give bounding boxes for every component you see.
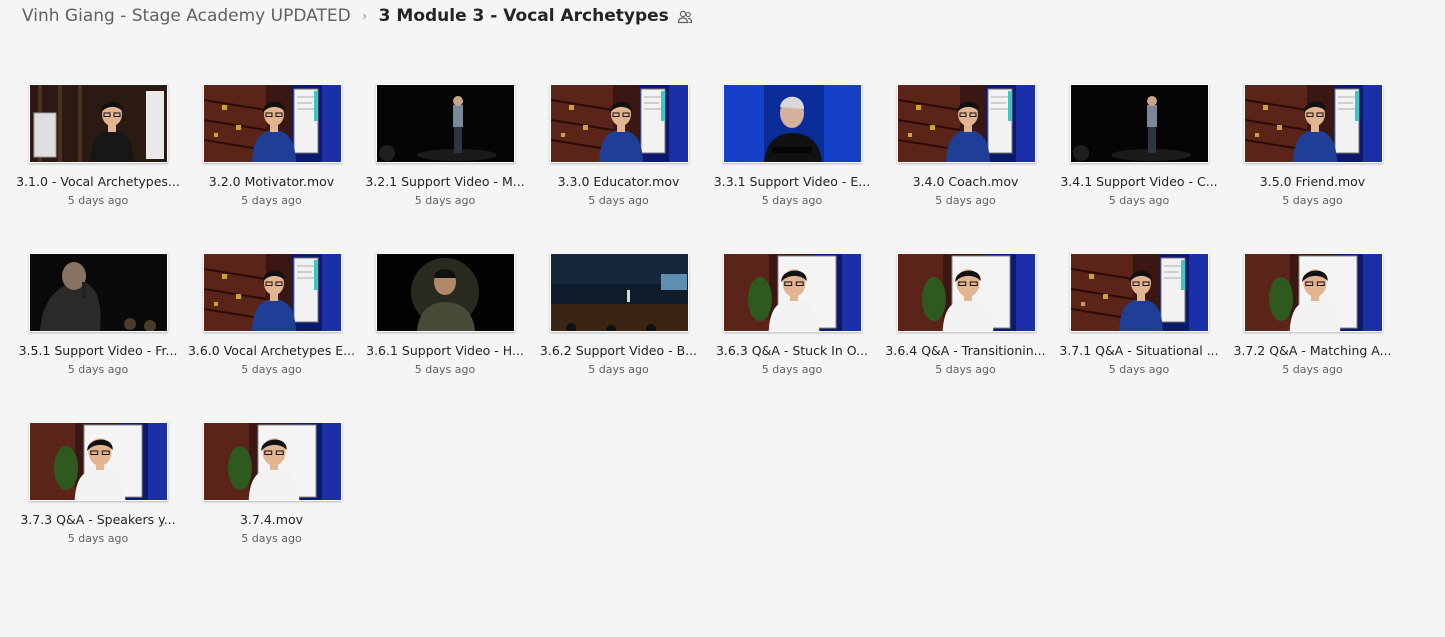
file-tile[interactable]: 3.2.1 Support Video - M... 5 days ago <box>358 76 532 245</box>
file-tile[interactable]: 3.2.0 Motivator.mov 5 days ago <box>185 76 359 245</box>
modified-date: 5 days ago <box>67 532 129 545</box>
modified-date: 5 days ago <box>761 194 823 207</box>
modified-date: 5 days ago <box>241 532 302 545</box>
breadcrumb-current-folder: 3 Module 3 - Vocal Archetypes <box>378 6 669 26</box>
modified-date: 5 days ago <box>67 194 129 207</box>
video-thumbnail[interactable] <box>1243 253 1383 332</box>
modified-date: 5 days ago <box>1282 363 1343 376</box>
modified-date: 5 days ago <box>935 363 996 376</box>
file-tile[interactable]: 3.7.2 Q&A - Matching A... 5 days ago <box>1226 245 1400 414</box>
breadcrumb: Vinh Giang - Stage Academy UPDATED › 3 M… <box>22 3 693 29</box>
breadcrumb-chevron-icon: › <box>362 9 368 23</box>
video-thumbnail[interactable] <box>376 84 515 163</box>
file-tile[interactable]: 3.7.4.mov 5 days ago <box>185 414 359 583</box>
file-name[interactable]: 3.7.3 Q&A - Speakers y... <box>13 512 183 527</box>
file-tile[interactable]: 3.6.4 Q&A - Transitionin... 5 days ago <box>879 245 1053 414</box>
file-name[interactable]: 3.2.1 Support Video - M... <box>360 174 530 189</box>
file-name[interactable]: 3.1.0 - Vocal Archetypes... <box>13 174 183 189</box>
video-thumbnail[interactable] <box>549 84 689 163</box>
file-tile[interactable]: 3.5.0 Friend.mov 5 days ago <box>1226 76 1400 245</box>
file-tile[interactable]: 3.5.1 Support Video - Fr... 5 days ago <box>11 245 185 414</box>
file-name[interactable]: 3.6.1 Support Video - H... <box>360 343 530 358</box>
modified-date: 5 days ago <box>414 363 476 376</box>
modified-date: 5 days ago <box>588 363 649 376</box>
video-thumbnail[interactable] <box>1243 84 1383 163</box>
file-tile[interactable]: 3.3.0 Educator.mov 5 days ago <box>532 76 706 245</box>
video-thumbnail[interactable] <box>896 84 1036 163</box>
modified-date: 5 days ago <box>241 363 302 376</box>
file-tile[interactable]: 3.6.0 Vocal Archetypes E... 5 days ago <box>185 245 359 414</box>
file-tile[interactable]: 3.7.1 Q&A - Situational ... 5 days ago <box>1052 245 1226 414</box>
file-name[interactable]: 3.6.2 Support Video - B... <box>534 343 704 358</box>
file-name[interactable]: 3.2.0 Motivator.mov <box>187 174 357 189</box>
video-thumbnail[interactable] <box>29 84 168 163</box>
modified-date: 5 days ago <box>1108 194 1170 207</box>
file-name[interactable]: 3.3.0 Educator.mov <box>534 174 704 189</box>
video-thumbnail[interactable] <box>896 253 1036 332</box>
file-name[interactable]: 3.5.1 Support Video - Fr... <box>13 343 183 358</box>
breadcrumb-root-link[interactable]: Vinh Giang - Stage Academy UPDATED <box>22 6 351 26</box>
video-thumbnail[interactable] <box>723 253 862 332</box>
video-thumbnail[interactable] <box>1070 253 1209 332</box>
video-thumbnail[interactable] <box>1070 84 1209 163</box>
file-name[interactable]: 3.7.4.mov <box>187 512 357 527</box>
modified-date: 5 days ago <box>1108 363 1170 376</box>
file-grid: 3.1.0 - Vocal Archetypes... 5 days ago 3.… <box>11 76 1399 583</box>
video-thumbnail[interactable] <box>202 84 342 163</box>
modified-date: 5 days ago <box>935 194 996 207</box>
file-name[interactable]: 3.3.1 Support Video - E... <box>707 174 877 189</box>
file-name[interactable]: 3.6.0 Vocal Archetypes E... <box>187 343 357 358</box>
modified-date: 5 days ago <box>241 194 302 207</box>
file-name[interactable]: 3.6.3 Q&A - Stuck In O... <box>707 343 877 358</box>
people-icon[interactable] <box>677 9 693 24</box>
file-tile[interactable]: 3.6.1 Support Video - H... 5 days ago <box>358 245 532 414</box>
video-thumbnail[interactable] <box>29 422 168 501</box>
file-name[interactable]: 3.6.4 Q&A - Transitionin... <box>881 343 1051 358</box>
video-thumbnail[interactable] <box>549 253 689 332</box>
file-name[interactable]: 3.4.0 Coach.mov <box>881 174 1051 189</box>
file-tile[interactable]: 3.1.0 - Vocal Archetypes... 5 days ago <box>11 76 185 245</box>
file-tile[interactable]: 3.7.3 Q&A - Speakers y... 5 days ago <box>11 414 185 583</box>
modified-date: 5 days ago <box>761 363 823 376</box>
file-name[interactable]: 3.5.0 Friend.mov <box>1228 174 1398 189</box>
file-name[interactable]: 3.4.1 Support Video - C... <box>1054 174 1224 189</box>
video-thumbnail[interactable] <box>202 253 342 332</box>
modified-date: 5 days ago <box>1282 194 1343 207</box>
video-thumbnail[interactable] <box>376 253 515 332</box>
modified-date: 5 days ago <box>414 194 476 207</box>
video-thumbnail[interactable] <box>202 422 342 501</box>
file-tile[interactable]: 3.6.3 Q&A - Stuck In O... 5 days ago <box>705 245 879 414</box>
file-tile[interactable]: 3.6.2 Support Video - B... 5 days ago <box>532 245 706 414</box>
file-name[interactable]: 3.7.2 Q&A - Matching A... <box>1228 343 1398 358</box>
video-thumbnail[interactable] <box>29 253 168 332</box>
modified-date: 5 days ago <box>588 194 649 207</box>
file-name[interactable]: 3.7.1 Q&A - Situational ... <box>1054 343 1224 358</box>
file-tile[interactable]: 3.4.0 Coach.mov 5 days ago <box>879 76 1053 245</box>
video-thumbnail[interactable] <box>723 84 862 163</box>
modified-date: 5 days ago <box>67 363 129 376</box>
file-tile[interactable]: 3.3.1 Support Video - E... 5 days ago <box>705 76 879 245</box>
file-tile[interactable]: 3.4.1 Support Video - C... 5 days ago <box>1052 76 1226 245</box>
